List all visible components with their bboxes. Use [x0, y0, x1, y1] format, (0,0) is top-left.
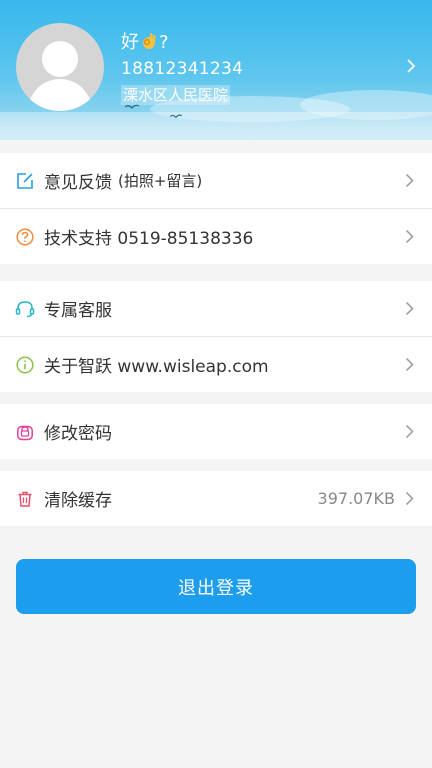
user-organization: 溧水区人民医院: [121, 85, 231, 105]
cache-size: 397.07KB: [317, 489, 395, 508]
avatar[interactable]: [16, 23, 104, 111]
menu-item-customer-service[interactable]: 专属客服: [0, 281, 432, 337]
menu-item-label: 清除缓存: [44, 491, 112, 511]
profile-header[interactable]: 好 ? 18812341234 溧水区人民医院: [0, 0, 432, 140]
avatar-head: [42, 41, 78, 77]
bird-icon: [170, 114, 182, 119]
menu-item-sublabel: (拍照+留言): [118, 172, 203, 190]
logout-button[interactable]: 退出登录: [16, 559, 416, 614]
chevron-right-icon: [405, 301, 414, 316]
question-icon: [15, 227, 35, 247]
menu-item-label: 修改密码: [44, 424, 112, 444]
sky-horizon: [0, 112, 432, 140]
menu-item-about[interactable]: 关于智跃 www.wisleap.com: [0, 337, 432, 392]
headset-icon: [15, 299, 35, 319]
ok-hand-emoji-icon: [143, 33, 156, 49]
menu-group-cache: 清除缓存 397.07KB: [0, 471, 432, 526]
chevron-right-icon[interactable]: [406, 58, 416, 74]
info-icon: [15, 355, 35, 375]
avatar-body: [28, 79, 92, 111]
menu-item-change-password[interactable]: 修改密码: [0, 404, 432, 459]
chevron-right-icon: [405, 424, 414, 439]
user-name: 好 ?: [121, 31, 169, 54]
trash-icon: [15, 489, 35, 509]
edit-icon: [15, 171, 35, 191]
chevron-right-icon: [405, 229, 414, 244]
user-name-text: 好: [121, 32, 139, 53]
menu-group-feedback: 意见反馈 (拍照+留言) 技术支持 0519-85138336: [0, 153, 432, 264]
menu-item-feedback[interactable]: 意见反馈 (拍照+留言): [0, 153, 432, 209]
menu-item-label: 关于智跃 www.wisleap.com: [44, 357, 269, 377]
chevron-right-icon: [405, 357, 414, 372]
chevron-right-icon: [405, 173, 414, 188]
user-phone: 18812341234: [121, 59, 244, 79]
menu-group-password: 修改密码: [0, 404, 432, 459]
chevron-right-icon: [405, 491, 414, 506]
menu-item-tech-support[interactable]: 技术支持 0519-85138336: [0, 209, 432, 264]
menu-group-service: 专属客服 关于智跃 www.wisleap.com: [0, 281, 432, 392]
lock-icon: [15, 422, 35, 442]
menu-item-label: 意见反馈: [44, 173, 112, 193]
menu-item-clear-cache[interactable]: 清除缓存 397.07KB: [0, 471, 432, 526]
menu-item-label: 专属客服: [44, 301, 112, 321]
menu-item-label: 技术支持 0519-85138336: [44, 229, 254, 249]
user-name-suffix: ?: [159, 32, 169, 53]
